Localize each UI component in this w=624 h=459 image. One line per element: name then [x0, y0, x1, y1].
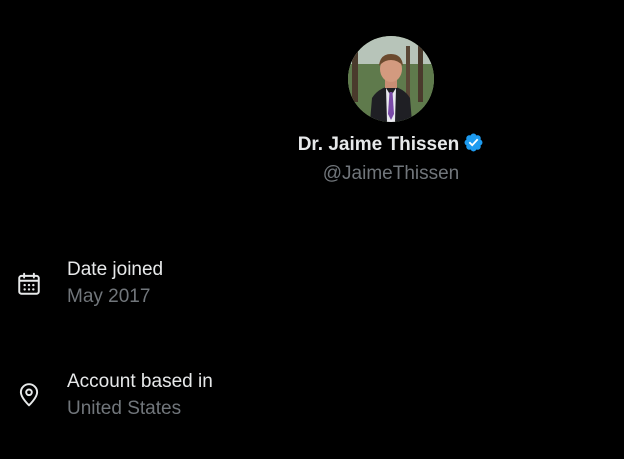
profile-name-row: Dr. Jaime Thissen	[0, 132, 624, 158]
calendar-icon	[18, 272, 40, 295]
verified-badge-icon[interactable]	[463, 132, 484, 153]
avatar[interactable]	[348, 36, 434, 122]
account-based-in-label: Account based in	[67, 371, 213, 392]
account-based-in-row: Account based in United States	[0, 370, 624, 430]
avatar-photo	[348, 36, 434, 122]
account-info-page: Dr. Jaime Thissen @JaimeThissen Date joi…	[0, 0, 624, 459]
date-joined-row: Date joined May 2017	[0, 258, 624, 318]
profile-handle[interactable]: @JaimeThissen	[0, 162, 624, 186]
display-name: Dr. Jaime Thissen	[297, 134, 460, 155]
date-joined-value: May 2017	[67, 286, 151, 307]
date-joined-label: Date joined	[67, 259, 164, 280]
account-based-in-value: United States	[67, 398, 182, 419]
location-pin-icon	[19, 383, 39, 407]
